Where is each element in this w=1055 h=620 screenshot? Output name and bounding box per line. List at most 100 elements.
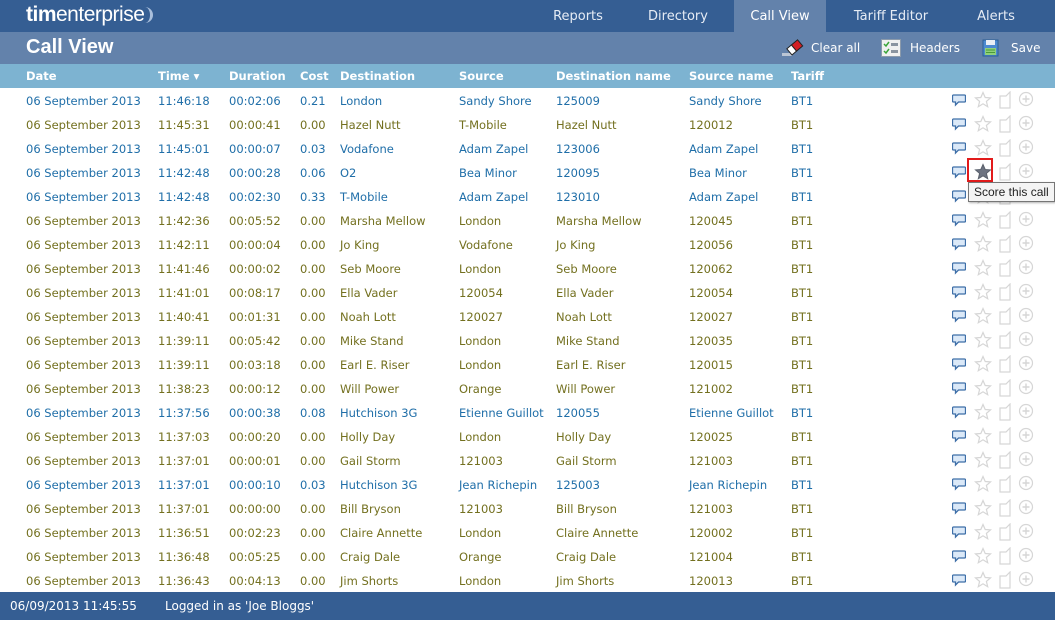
column-header-time[interactable]: Time ▾: [158, 69, 199, 83]
column-header-destination-name[interactable]: Destination name: [556, 69, 671, 83]
tag-icon[interactable]: [998, 570, 1012, 592]
star-icon[interactable]: [974, 307, 992, 328]
tag-icon[interactable]: [998, 162, 1012, 184]
comment-icon[interactable]: [951, 237, 967, 254]
comment-icon[interactable]: [951, 309, 967, 326]
comment-icon[interactable]: [951, 405, 967, 422]
column-header-tariff[interactable]: Tariff: [791, 69, 824, 83]
add-icon[interactable]: [1018, 547, 1034, 566]
comment-icon[interactable]: [951, 189, 967, 206]
column-header-destination[interactable]: Destination: [340, 69, 415, 83]
add-icon[interactable]: [1018, 331, 1034, 350]
star-icon[interactable]: [974, 499, 992, 520]
star-icon[interactable]: [974, 115, 992, 136]
star-icon[interactable]: [974, 403, 992, 424]
comment-icon[interactable]: [951, 285, 967, 302]
table-row[interactable]: 06 September 2013 11:36:48 00:05:25 0.00 Cra…: [0, 544, 1055, 568]
add-icon[interactable]: [1018, 115, 1034, 134]
tag-icon[interactable]: [998, 450, 1012, 472]
comment-icon[interactable]: [951, 453, 967, 470]
clear-all-button[interactable]: Clear all: [782, 38, 860, 58]
comment-icon[interactable]: [951, 165, 967, 182]
add-icon[interactable]: [1018, 523, 1034, 542]
tag-icon[interactable]: [998, 210, 1012, 232]
tag-icon[interactable]: [998, 114, 1012, 136]
table-row[interactable]: 06 September 2013 11:42:48 00:00:28 0.06 O2 B…: [0, 160, 1055, 184]
add-icon[interactable]: [1018, 259, 1034, 278]
comment-icon[interactable]: [951, 429, 967, 446]
table-row[interactable]: 06 September 2013 11:37:01 00:00:01 0.00 Gai…: [0, 448, 1055, 472]
table-row[interactable]: 06 September 2013 11:37:56 00:00:38 0.08 Hut…: [0, 400, 1055, 424]
comment-icon[interactable]: [951, 333, 967, 350]
table-row[interactable]: 06 September 2013 11:37:01 00:00:10 0.03 Hut…: [0, 472, 1055, 496]
add-icon[interactable]: [1018, 307, 1034, 326]
tag-icon[interactable]: [998, 90, 1012, 112]
comment-icon[interactable]: [951, 525, 967, 542]
comment-icon[interactable]: [951, 573, 967, 590]
comment-icon[interactable]: [951, 261, 967, 278]
tag-icon[interactable]: [998, 306, 1012, 328]
comment-icon[interactable]: [951, 477, 967, 494]
save-button[interactable]: Save: [982, 38, 1040, 58]
star-icon[interactable]: [974, 91, 992, 112]
star-icon[interactable]: [974, 547, 992, 568]
tag-icon[interactable]: [998, 378, 1012, 400]
column-header-date[interactable]: Date: [26, 69, 57, 83]
table-row[interactable]: 06 September 2013 11:46:18 00:02:06 0.21 Lon…: [0, 88, 1055, 112]
table-row[interactable]: 06 September 2013 11:37:03 00:00:20 0.00 Hol…: [0, 424, 1055, 448]
star-icon[interactable]: [974, 211, 992, 232]
table-row[interactable]: 06 September 2013 11:45:01 00:00:07 0.03 Vod…: [0, 136, 1055, 160]
star-icon[interactable]: [974, 451, 992, 472]
comment-icon[interactable]: [951, 93, 967, 110]
column-header-cost[interactable]: Cost: [300, 69, 329, 83]
add-icon[interactable]: [1018, 379, 1034, 398]
nav-tab-tariff-editor[interactable]: Tariff Editor: [826, 0, 956, 32]
tag-icon[interactable]: [998, 522, 1012, 544]
table-row[interactable]: 06 September 2013 11:38:23 00:00:12 0.00 Wil…: [0, 376, 1055, 400]
star-icon[interactable]: [974, 427, 992, 448]
tag-icon[interactable]: [998, 426, 1012, 448]
star-icon[interactable]: [974, 235, 992, 256]
add-icon[interactable]: [1018, 211, 1034, 230]
table-row[interactable]: 06 September 2013 11:45:31 00:00:41 0.00 Haz…: [0, 112, 1055, 136]
comment-icon[interactable]: [951, 357, 967, 374]
comment-icon[interactable]: [951, 501, 967, 518]
add-icon[interactable]: [1018, 451, 1034, 470]
star-icon[interactable]: [974, 259, 992, 280]
table-row[interactable]: 06 September 2013 11:40:41 00:01:31 0.00 Noa…: [0, 304, 1055, 328]
add-icon[interactable]: [1018, 283, 1034, 302]
star-icon[interactable]: [974, 355, 992, 376]
table-row[interactable]: 06 September 2013 11:41:46 00:00:02 0.00 Seb…: [0, 256, 1055, 280]
comment-icon[interactable]: [951, 549, 967, 566]
add-icon[interactable]: [1018, 355, 1034, 374]
table-row[interactable]: 06 September 2013 11:37:01 00:00:00 0.00 Bil…: [0, 496, 1055, 520]
table-row[interactable]: 06 September 2013 11:36:51 00:02:23 0.00 Cla…: [0, 520, 1055, 544]
star-icon[interactable]: [974, 139, 992, 160]
star-icon[interactable]: [974, 523, 992, 544]
star-icon[interactable]: [974, 475, 992, 496]
star-icon[interactable]: [974, 571, 992, 592]
column-header-source-name[interactable]: Source name: [689, 69, 773, 83]
table-row[interactable]: 06 September 2013 11:41:01 00:08:17 0.00 Ell…: [0, 280, 1055, 304]
table-row[interactable]: 06 September 2013 11:36:43 00:04:13 0.00 Jim…: [0, 568, 1055, 592]
add-icon[interactable]: [1018, 475, 1034, 494]
add-icon[interactable]: [1018, 235, 1034, 254]
add-icon[interactable]: [1018, 571, 1034, 590]
table-row[interactable]: 06 September 2013 11:42:36 00:05:52 0.00 Mar…: [0, 208, 1055, 232]
column-header-duration[interactable]: Duration: [229, 69, 286, 83]
nav-tab-call-view[interactable]: Call View: [734, 0, 826, 32]
add-icon[interactable]: [1018, 403, 1034, 422]
star-icon[interactable]: [974, 379, 992, 400]
table-row[interactable]: 06 September 2013 11:39:11 00:03:18 0.00 Ear…: [0, 352, 1055, 376]
tag-icon[interactable]: [998, 354, 1012, 376]
table-row[interactable]: 06 September 2013 11:42:48 00:02:30 0.33 T-M…: [0, 184, 1055, 208]
tag-icon[interactable]: [998, 474, 1012, 496]
table-row[interactable]: 06 September 2013 11:42:11 00:00:04 0.00 Jo …: [0, 232, 1055, 256]
add-icon[interactable]: [1018, 427, 1034, 446]
add-icon[interactable]: [1018, 139, 1034, 158]
comment-icon[interactable]: [951, 117, 967, 134]
tag-icon[interactable]: [998, 282, 1012, 304]
column-header-source[interactable]: Source: [459, 69, 504, 83]
tag-icon[interactable]: [998, 330, 1012, 352]
nav-tab-directory[interactable]: Directory: [622, 0, 734, 32]
